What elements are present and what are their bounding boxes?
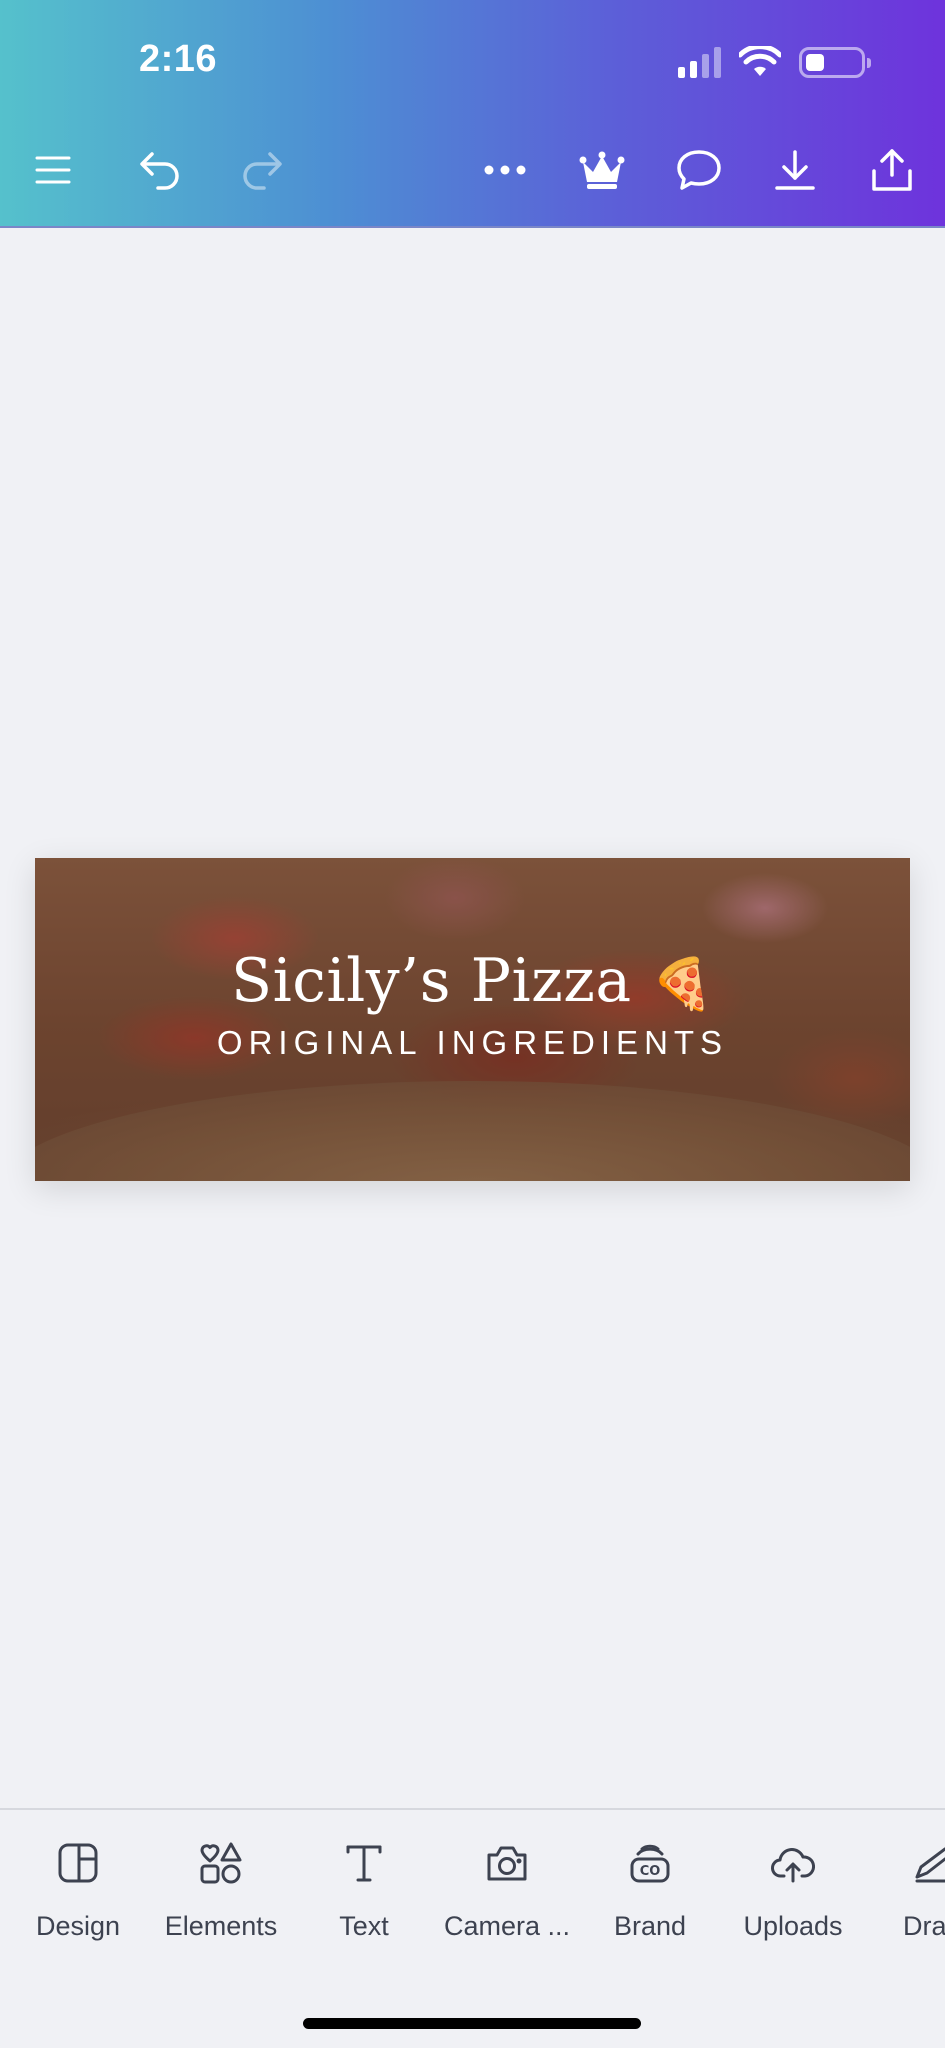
draw-icon [861, 1835, 945, 1891]
tool-elements[interactable]: Elements [146, 1835, 296, 1942]
status-indicators [678, 44, 871, 80]
design-title-text: Sicily’s Pizza [230, 946, 632, 1016]
home-indicator[interactable] [303, 2018, 641, 2029]
tool-design[interactable]: Design [3, 1835, 153, 1942]
menu-icon[interactable] [23, 140, 83, 200]
camera-icon [432, 1835, 582, 1891]
download-icon[interactable] [765, 140, 825, 200]
share-icon[interactable] [862, 140, 922, 200]
tool-uploads[interactable]: Uploads [718, 1835, 868, 1942]
tool-text[interactable]: Text [289, 1835, 439, 1942]
tool-label: Camera ... [443, 1911, 571, 1941]
tool-label: Elements [164, 1911, 278, 1941]
comment-icon[interactable] [669, 140, 729, 200]
tool-brand[interactable]: CO Brand [575, 1835, 725, 1942]
wifi-icon [739, 46, 781, 76]
tool-label: Text [339, 1911, 389, 1941]
crown-icon[interactable] [572, 140, 632, 200]
redo-icon[interactable] [232, 140, 292, 200]
svg-text:CO: CO [640, 1864, 661, 1879]
tool-label: Design [35, 1911, 121, 1941]
tool-label: Dra [903, 1911, 945, 1941]
status-time: 2:16 [139, 38, 218, 80]
brand-icon: CO [575, 1835, 725, 1891]
editor-header: 2:16 [0, 0, 945, 228]
tool-label: Brand [613, 1911, 687, 1941]
text-icon [289, 1835, 439, 1891]
pizza-emoji: 🍕 [651, 955, 714, 1013]
design-title[interactable]: Sicily’s Pizza 🍕 [35, 946, 910, 1016]
elements-icon [146, 1835, 296, 1891]
battery-icon [799, 46, 871, 78]
design-subtitle[interactable]: ORIGINAL INGREDIENTS [35, 1024, 910, 1062]
cellular-signal-icon [678, 46, 721, 78]
uploads-icon [718, 1835, 868, 1891]
design-icon [3, 1835, 153, 1891]
tool-label: Uploads [743, 1911, 843, 1941]
design-canvas[interactable]: Sicily’s Pizza 🍕 ORIGINAL INGREDIENTS [35, 858, 910, 1181]
tool-camera[interactable]: Camera ... [432, 1835, 582, 1942]
more-icon[interactable] [475, 140, 535, 200]
tool-draw[interactable]: Dra [861, 1835, 945, 1942]
undo-icon[interactable] [130, 140, 190, 200]
